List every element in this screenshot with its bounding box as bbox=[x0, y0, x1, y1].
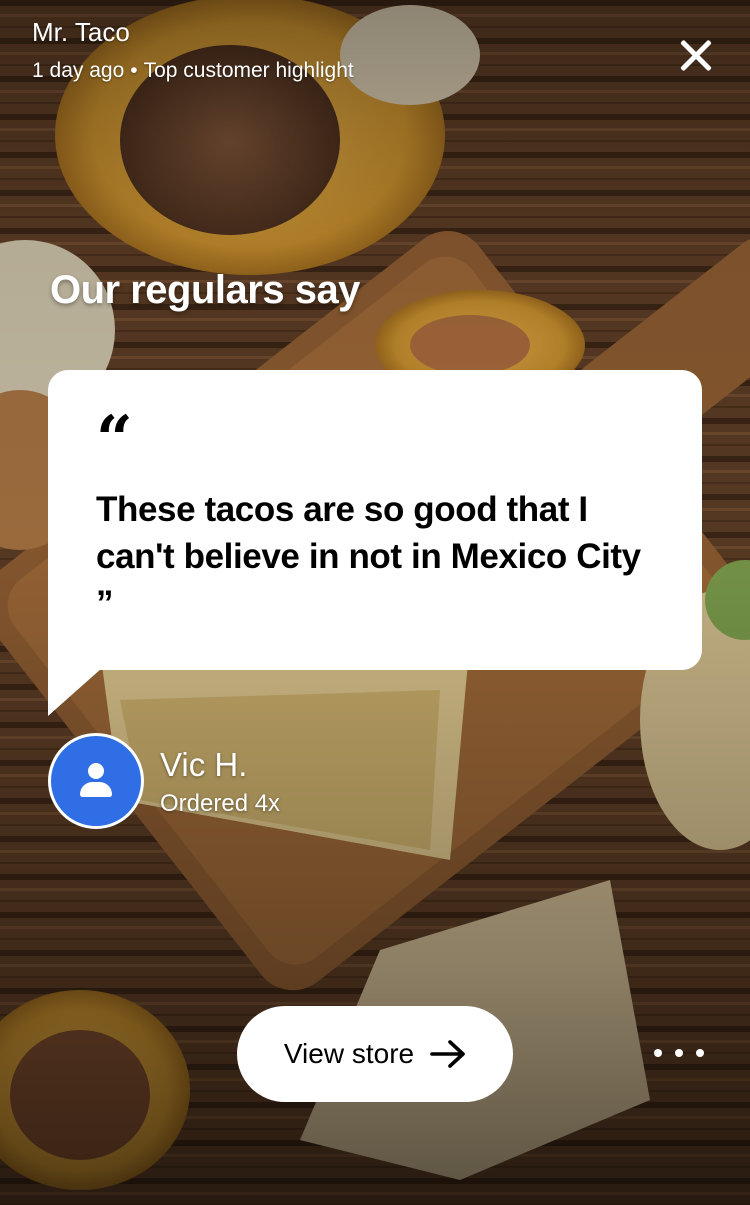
person-icon bbox=[79, 763, 113, 799]
avatar bbox=[48, 733, 144, 829]
reviewer-name: Vic H. bbox=[160, 746, 248, 783]
more-dot bbox=[654, 1049, 662, 1057]
arrow-right-icon bbox=[430, 1040, 465, 1068]
store-name[interactable]: Mr. Taco bbox=[32, 17, 130, 48]
meta-separator: • bbox=[130, 59, 138, 82]
close-icon[interactable] bbox=[676, 36, 716, 76]
post-tag: Top customer highlight bbox=[143, 59, 354, 82]
review-text: These tacos are so good that I can't bel… bbox=[96, 490, 641, 623]
reviewer-order-count: Ordered 4x bbox=[160, 790, 281, 817]
post-meta: 1 day ago • Top customer highlight bbox=[32, 59, 354, 83]
open-quote-icon: “ bbox=[96, 402, 133, 477]
more-dot bbox=[696, 1049, 704, 1057]
view-store-button[interactable]: View store bbox=[237, 1006, 513, 1102]
more-dot bbox=[675, 1049, 683, 1057]
more-options-icon[interactable] bbox=[654, 1040, 704, 1066]
post-time: 1 day ago bbox=[32, 59, 125, 82]
review-bubble: “ These tacos are so good that I can't b… bbox=[48, 370, 702, 670]
section-heading: Our regulars say bbox=[50, 268, 360, 312]
view-store-label: View store bbox=[283, 1038, 415, 1069]
bubble-tail bbox=[48, 668, 102, 716]
